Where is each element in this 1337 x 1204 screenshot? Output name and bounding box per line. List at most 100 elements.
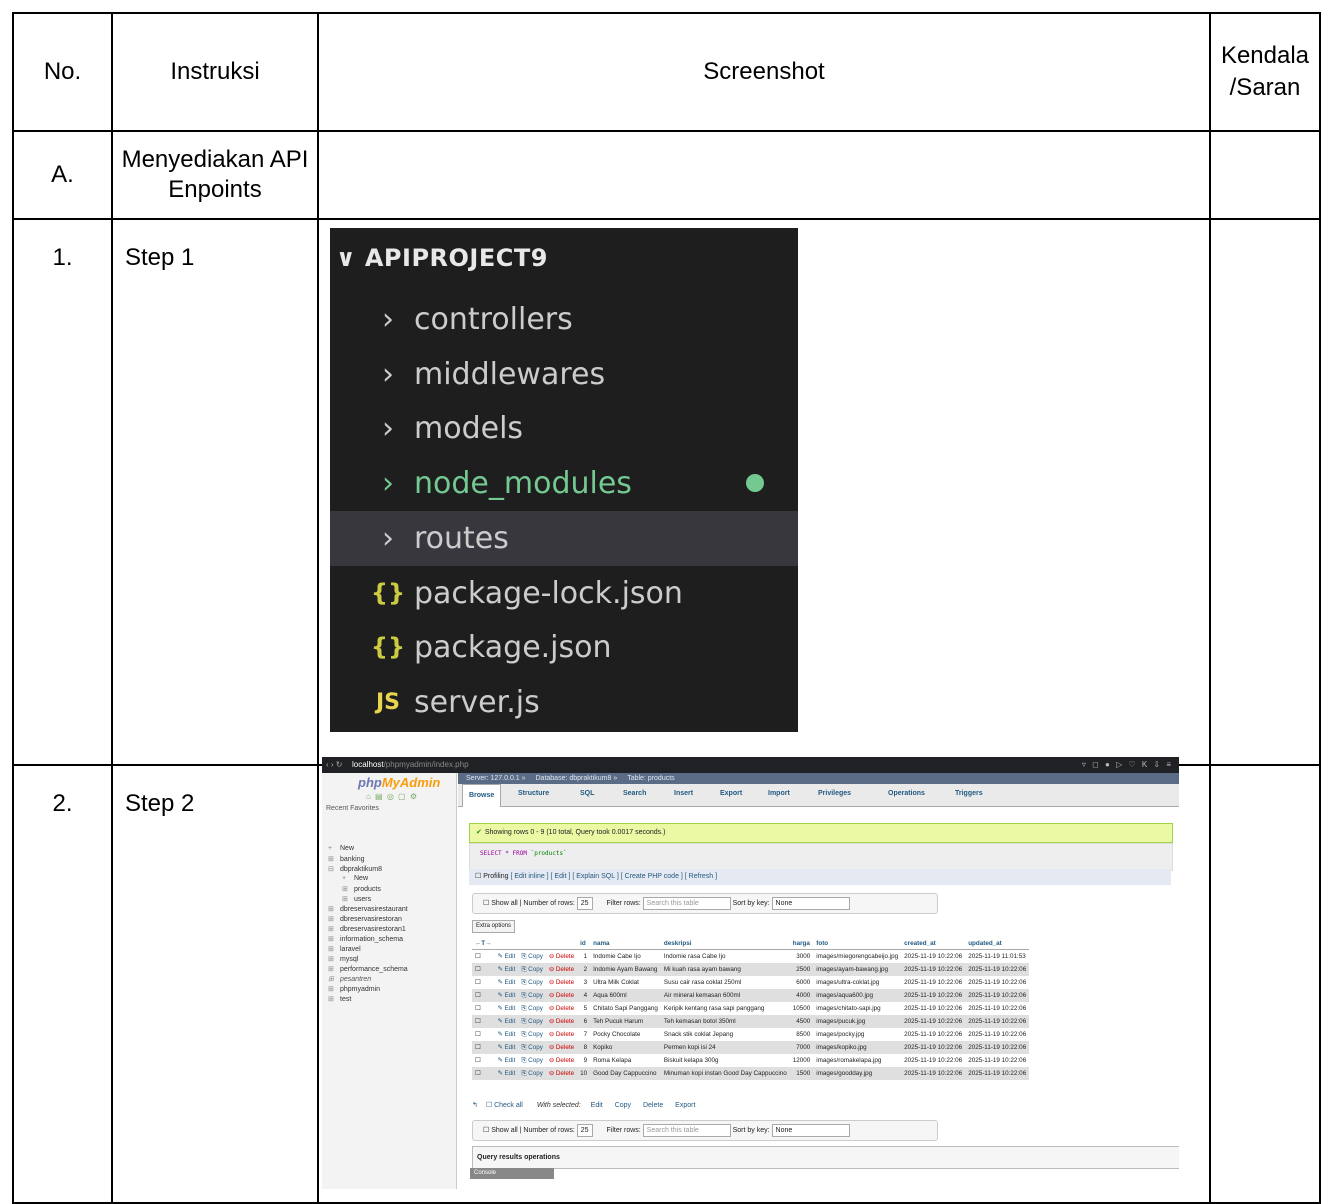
sort-select[interactable]: None	[771, 1123, 850, 1137]
copy-link[interactable]: ⎘ Copy	[518, 963, 546, 976]
browser-extension-icons[interactable]: ▿ ◻ ● ▷ ♡ K ⇩ ≡	[1082, 757, 1173, 773]
bulk-edit[interactable]: Edit	[591, 1102, 603, 1109]
db-item[interactable]: ⊞ pesantren	[328, 975, 371, 983]
db-item[interactable]: ⊟ dbpraktikum8	[328, 865, 382, 873]
col-header[interactable]: harga	[789, 937, 814, 950]
bulk-export[interactable]: Export	[675, 1102, 695, 1109]
url-text[interactable]: localhost/phpmyadmin/index.php	[352, 757, 469, 773]
checkbox[interactable]: ☐	[486, 1102, 492, 1109]
query-results-operations[interactable]: Query results operations	[472, 1146, 1179, 1169]
browser-url-bar[interactable]: ‹ › ↻ localhost/phpmyadmin/index.php ▿ ◻…	[322, 757, 1179, 773]
delete-link[interactable]: ⊖ Delete	[545, 1041, 578, 1054]
row-checkbox[interactable]: ☐	[472, 1054, 495, 1067]
num-rows-select[interactable]: 25	[576, 1123, 593, 1137]
copy-link[interactable]: ⎘ Copy	[518, 949, 546, 963]
bulk-delete[interactable]: Delete	[643, 1102, 663, 1109]
breadcrumb-table[interactable]: Table: products	[627, 775, 674, 782]
row-checkbox[interactable]: ☐	[472, 976, 495, 989]
tab-import[interactable]: Import	[768, 790, 790, 797]
explorer-file-package[interactable]: {} package.json	[330, 620, 798, 675]
tab-privileges[interactable]: Privileges	[818, 790, 851, 797]
explorer-file-server[interactable]: JS server.js	[330, 675, 798, 730]
delete-link[interactable]: ⊖ Delete	[545, 989, 578, 1002]
col-header[interactable]: id	[577, 937, 591, 950]
tab-search[interactable]: Search	[623, 790, 646, 797]
delete-link[interactable]: ⊖ Delete	[545, 1067, 578, 1080]
col-header[interactable]: updated_at	[965, 937, 1030, 950]
col-header[interactable]: nama	[590, 937, 661, 950]
tab-insert[interactable]: Insert	[674, 790, 693, 797]
row-checkbox[interactable]: ☐	[472, 1028, 495, 1041]
filter-input[interactable]: Search this table	[642, 1123, 731, 1137]
copy-link[interactable]: ⎘ Copy	[518, 1054, 546, 1067]
explorer-folder-controllers[interactable]: › controllers	[330, 292, 798, 347]
breadcrumb-server[interactable]: Server: 127.0.0.1	[466, 775, 520, 782]
row-checkbox[interactable]: ☐	[472, 1015, 495, 1028]
db-item[interactable]: ⊞ dbreservasirestoran1	[328, 925, 406, 933]
pma-logo[interactable]: phpMyAdmin	[358, 775, 440, 790]
tab-structure[interactable]: Structure	[518, 790, 549, 797]
db-item[interactable]: ⊞ products	[342, 885, 381, 893]
db-item[interactable]: + New	[328, 845, 354, 852]
copy-link[interactable]: ⎘ Copy	[518, 1028, 546, 1041]
recent-favorites-tabs[interactable]: Recent Favorites	[326, 805, 379, 812]
edit-link[interactable]: ✎ Edit	[494, 963, 519, 976]
explorer-folder-node-modules[interactable]: › node_modules	[330, 456, 798, 511]
tab-browse[interactable]: Browse	[462, 784, 502, 807]
home-icon[interactable]: ⌂ ▤ ◎ ▢ ⚙	[366, 792, 418, 801]
bulk-copy[interactable]: Copy	[615, 1102, 631, 1109]
delete-link[interactable]: ⊖ Delete	[545, 1002, 578, 1015]
delete-link[interactable]: ⊖ Delete	[545, 963, 578, 976]
tab-operations[interactable]: Operations	[888, 790, 925, 797]
show-all-label[interactable]: Show all	[491, 1127, 517, 1134]
col-header[interactable]: created_at	[901, 937, 966, 950]
edit-link[interactable]: ✎ Edit	[494, 989, 519, 1002]
db-item[interactable]: ⊞ dbreservasirestaurant	[328, 905, 408, 913]
edit-link[interactable]: ✎ Edit	[494, 1002, 519, 1015]
query-links[interactable]: [ Edit inline ] [ Edit ] [ Explain SQL ]…	[510, 873, 717, 880]
explorer-folder-routes[interactable]: › routes	[330, 511, 798, 566]
tab-sql[interactable]: SQL	[580, 790, 594, 797]
delete-link[interactable]: ⊖ Delete	[545, 1015, 578, 1028]
delete-link[interactable]: ⊖ Delete	[545, 976, 578, 989]
col-header[interactable]: deskripsi	[660, 937, 790, 950]
db-item[interactable]: ⊞ performance_schema	[328, 965, 408, 973]
profiling-label[interactable]: Profiling	[483, 873, 508, 880]
explorer-folder-middlewares[interactable]: › middlewares	[330, 347, 798, 402]
tab-triggers[interactable]: Triggers	[955, 790, 983, 797]
filter-input[interactable]: Search this table	[642, 896, 731, 910]
edit-link[interactable]: ✎ Edit	[494, 976, 519, 989]
console-button[interactable]: Console	[470, 1168, 554, 1179]
delete-link[interactable]: ⊖ Delete	[545, 1054, 578, 1067]
extra-options-button[interactable]: Extra options	[472, 920, 516, 933]
row-checkbox[interactable]: ☐	[472, 1067, 495, 1080]
num-rows-select[interactable]: 25	[576, 896, 593, 910]
row-checkbox[interactable]: ☐	[472, 1041, 495, 1054]
copy-link[interactable]: ⎘ Copy	[518, 1041, 546, 1054]
show-all-label[interactable]: Show all	[491, 900, 517, 907]
db-item[interactable]: ⊞ phpmyadmin	[328, 985, 380, 993]
copy-link[interactable]: ⎘ Copy	[518, 1067, 546, 1080]
db-item[interactable]: + New	[342, 875, 368, 882]
tab-export[interactable]: Export	[720, 790, 742, 797]
edit-link[interactable]: ✎ Edit	[494, 1067, 519, 1080]
check-all-link[interactable]: Check all	[494, 1102, 523, 1109]
sort-select[interactable]: None	[771, 896, 850, 910]
row-checkbox[interactable]: ☐	[472, 949, 495, 963]
explorer-folder-models[interactable]: › models	[330, 401, 798, 456]
checkbox[interactable]: ☐	[475, 873, 481, 880]
checkbox[interactable]: ☐	[483, 1127, 489, 1134]
checkbox[interactable]: ☐	[483, 900, 489, 907]
edit-link[interactable]: ✎ Edit	[494, 1041, 519, 1054]
db-item[interactable]: ⊞ users	[342, 895, 371, 903]
edit-link[interactable]: ✎ Edit	[494, 949, 519, 963]
row-checkbox[interactable]: ☐	[472, 963, 495, 976]
db-item[interactable]: ⊞ banking	[328, 855, 365, 863]
db-item[interactable]: ⊞ test	[328, 995, 351, 1003]
delete-link[interactable]: ⊖ Delete	[545, 949, 578, 963]
copy-link[interactable]: ⎘ Copy	[518, 1002, 546, 1015]
copy-link[interactable]: ⎘ Copy	[518, 976, 546, 989]
db-item[interactable]: ⊞ information_schema	[328, 935, 403, 943]
copy-link[interactable]: ⎘ Copy	[518, 989, 546, 1002]
col-header[interactable]: foto	[813, 937, 902, 950]
